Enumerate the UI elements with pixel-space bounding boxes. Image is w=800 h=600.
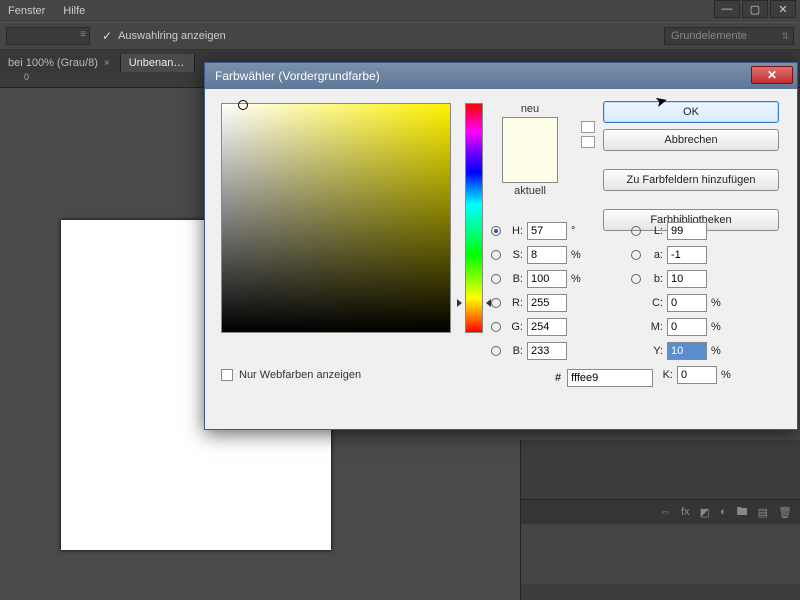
websafe-warning-icon[interactable]	[581, 136, 595, 148]
cancel-button[interactable]: Abbrechen	[603, 129, 779, 151]
new-label: neu	[521, 103, 539, 115]
label-l: L:	[645, 225, 663, 237]
label-bb: B:	[505, 345, 523, 357]
menubar: Fenster Hilfe — ▢ ✕	[0, 0, 800, 22]
saturation-value-field[interactable]	[221, 103, 451, 333]
label-bv: B:	[505, 273, 523, 285]
label-h: H:	[505, 225, 523, 237]
label-m: M:	[645, 321, 663, 333]
check-icon: ✓	[102, 29, 112, 43]
panel-lower	[521, 524, 800, 584]
label-c: C:	[645, 297, 663, 309]
mask-icon[interactable]: ◩	[700, 506, 710, 519]
input-m[interactable]	[667, 318, 707, 336]
menu-fenster[interactable]: Fenster	[8, 5, 45, 17]
sv-cursor-icon	[238, 100, 248, 110]
hue-slider[interactable]	[465, 103, 483, 333]
radio-l[interactable]	[631, 226, 641, 236]
label-b: b:	[645, 273, 663, 285]
panels: ⇔ fx ◩ ◐ 🖿 ▤ 🗑	[520, 440, 800, 600]
tab-doc2[interactable]: Unbenan…	[121, 54, 196, 72]
close-icon[interactable]: ×	[104, 58, 110, 69]
radio-h[interactable]	[491, 226, 501, 236]
input-k[interactable]	[677, 366, 717, 384]
trash-icon[interactable]: 🗑	[778, 506, 792, 519]
folder-icon[interactable]: 🖿	[737, 503, 748, 522]
input-g[interactable]	[527, 318, 567, 336]
add-to-swatches-button[interactable]: Zu Farbfeldern hinzufügen	[603, 169, 779, 191]
webonly-checkbox[interactable]	[221, 369, 233, 381]
input-s[interactable]	[527, 246, 567, 264]
dialog-close-button[interactable]: ✕	[751, 66, 793, 84]
current-label: aktuell	[514, 185, 546, 197]
workspace-dropdown[interactable]: Grundelemente	[664, 27, 794, 45]
adjustment-icon[interactable]: ◐	[720, 506, 727, 518]
radio-bv[interactable]	[491, 274, 501, 284]
link-icon[interactable]: ⇔	[660, 506, 671, 518]
window-maximize-button[interactable]: ▢	[742, 0, 768, 18]
window-close-button[interactable]: ✕	[770, 0, 796, 18]
input-h[interactable]	[527, 222, 567, 240]
menu-hilfe[interactable]: Hilfe	[63, 5, 85, 17]
new-layer-icon[interactable]: ▤	[758, 506, 768, 519]
swatch-new[interactable]	[503, 118, 557, 150]
radio-bb[interactable]	[491, 346, 501, 356]
input-c[interactable]	[667, 294, 707, 312]
input-b[interactable]	[667, 270, 707, 288]
label-g: G:	[505, 321, 523, 333]
input-a[interactable]	[667, 246, 707, 264]
tab-doc2-label: Unbenan…	[129, 57, 185, 69]
color-swatch	[502, 117, 558, 183]
workspace-label: Grundelemente	[671, 30, 747, 42]
color-picker-dialog: Farbwähler (Vordergrundfarbe) ✕ neu aktu…	[204, 62, 798, 430]
tool-preset-dropdown[interactable]	[6, 27, 90, 45]
dialog-titlebar[interactable]: Farbwähler (Vordergrundfarbe) ✕	[205, 63, 797, 89]
cube-warning-icon[interactable]	[581, 121, 595, 133]
layers-footer: ⇔ fx ◩ ◐ 🖿 ▤ 🗑	[521, 500, 800, 524]
label-a: a:	[645, 249, 663, 261]
fx-icon[interactable]: fx	[681, 506, 690, 518]
ruler-zero: 0	[24, 72, 29, 82]
tab-doc1[interactable]: bei 100% (Grau/8) ×	[0, 54, 121, 72]
auswahlring-label: Auswahlring anzeigen	[118, 30, 226, 42]
ok-button[interactable]: OK	[603, 101, 779, 123]
input-l[interactable]	[667, 222, 707, 240]
radio-b[interactable]	[631, 274, 641, 284]
color-values: H: ° L: S: % a: B:	[491, 219, 783, 387]
dialog-title-label: Farbwähler (Vordergrundfarbe)	[215, 69, 380, 83]
input-r[interactable]	[527, 294, 567, 312]
input-bb[interactable]	[527, 342, 567, 360]
webonly-label: Nur Webfarben anzeigen	[239, 369, 361, 381]
label-k: K:	[655, 369, 673, 381]
radio-a[interactable]	[631, 250, 641, 260]
panel-upper	[521, 440, 800, 500]
options-bar: ✓ Auswahlring anzeigen Grundelemente	[0, 22, 800, 50]
input-y[interactable]	[667, 342, 707, 360]
tab-doc1-label: bei 100% (Grau/8)	[8, 57, 98, 69]
auswahlring-checkbox[interactable]: ✓ Auswahlring anzeigen	[102, 29, 226, 43]
radio-g[interactable]	[491, 322, 501, 332]
label-r: R:	[505, 297, 523, 309]
radio-r[interactable]	[491, 298, 501, 308]
window-minimize-button[interactable]: —	[714, 0, 740, 18]
input-hex[interactable]	[567, 369, 653, 387]
label-s: S:	[505, 249, 523, 261]
input-bv[interactable]	[527, 270, 567, 288]
unit-deg: °	[571, 225, 589, 237]
hash-label: #	[555, 372, 561, 384]
swatch-current[interactable]	[503, 150, 557, 182]
radio-s[interactable]	[491, 250, 501, 260]
label-y: Y:	[645, 345, 663, 357]
